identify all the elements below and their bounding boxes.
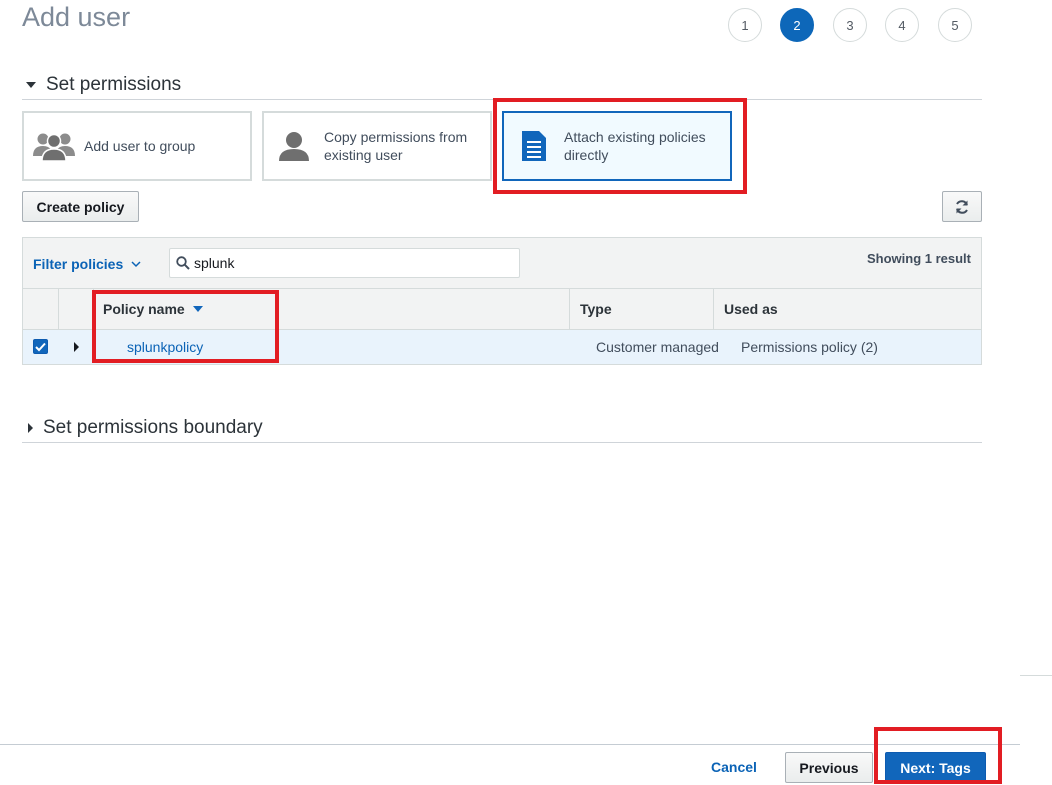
policy-used-as-cell: Permissions policy (2) bbox=[741, 339, 878, 355]
document-icon bbox=[504, 129, 564, 163]
policy-name-link[interactable]: splunkpolicy bbox=[127, 339, 203, 355]
step-4[interactable]: 4 bbox=[885, 8, 919, 42]
create-policy-button[interactable]: Create policy bbox=[22, 191, 139, 222]
footer-divider bbox=[0, 744, 1020, 745]
filter-policies-label: Filter policies bbox=[33, 256, 124, 272]
copy-permissions-label-line2: existing user bbox=[324, 147, 403, 163]
filter-policies-dropdown[interactable]: Filter policies bbox=[33, 256, 141, 272]
user-icon bbox=[264, 130, 324, 162]
policy-name-column-header[interactable]: Policy name bbox=[103, 301, 203, 317]
refresh-icon bbox=[954, 199, 970, 215]
next-tags-button[interactable]: Next: Tags bbox=[885, 752, 986, 783]
cancel-button[interactable]: Cancel bbox=[711, 759, 757, 775]
add-user-to-group-option[interactable]: Add user to group bbox=[22, 111, 252, 181]
result-count: Showing 1 result bbox=[866, 251, 971, 266]
search-box[interactable]: splunk bbox=[169, 248, 520, 278]
caret-right-icon bbox=[28, 422, 33, 433]
used-as-column-header[interactable]: Used as bbox=[724, 301, 778, 317]
copy-permissions-option[interactable]: Copy permissions from existing user bbox=[262, 111, 492, 181]
step-2[interactable]: 2 bbox=[780, 8, 814, 42]
type-column-header[interactable]: Type bbox=[580, 301, 612, 317]
table-row[interactable]: splunkpolicy Customer managed Permission… bbox=[23, 330, 981, 364]
set-permissions-header[interactable]: Set permissions bbox=[22, 70, 982, 100]
policy-type-cell: Customer managed bbox=[596, 339, 719, 355]
attach-policies-option[interactable]: Attach existing policies directly bbox=[502, 111, 732, 181]
previous-button[interactable]: Previous bbox=[785, 752, 873, 783]
step-5[interactable]: 5 bbox=[938, 8, 972, 42]
set-permissions-boundary-header[interactable]: Set permissions boundary bbox=[22, 413, 982, 443]
divider bbox=[1020, 675, 1052, 676]
policy-name-header-label: Policy name bbox=[103, 301, 185, 317]
table-header-row: Policy name Type Used as bbox=[23, 289, 981, 330]
attach-policies-label-line1: Attach existing policies bbox=[564, 129, 706, 145]
search-icon bbox=[176, 256, 190, 270]
filter-bar: Filter policies splunk Showing 1 result bbox=[23, 238, 981, 289]
set-permissions-title: Set permissions bbox=[46, 73, 182, 95]
copy-permissions-label-line1: Copy permissions from bbox=[324, 129, 468, 145]
refresh-button[interactable] bbox=[942, 191, 982, 222]
step-3[interactable]: 3 bbox=[833, 8, 867, 42]
attach-policies-label-line2: directly bbox=[564, 147, 609, 163]
add-user-to-group-label: Add user to group bbox=[84, 138, 196, 154]
set-permissions-boundary-title: Set permissions boundary bbox=[43, 416, 263, 438]
search-input[interactable]: splunk bbox=[194, 255, 234, 271]
page-title: Add user bbox=[22, 2, 131, 32]
chevron-down-icon bbox=[131, 260, 141, 268]
policies-table: Filter policies splunk Showing 1 result … bbox=[22, 237, 982, 365]
row-checkbox[interactable] bbox=[33, 339, 48, 354]
expand-row-icon[interactable] bbox=[74, 342, 79, 352]
user-group-icon bbox=[24, 130, 84, 162]
step-1[interactable]: 1 bbox=[728, 8, 762, 42]
caret-down-icon bbox=[26, 81, 36, 88]
sort-down-icon bbox=[192, 306, 203, 312]
